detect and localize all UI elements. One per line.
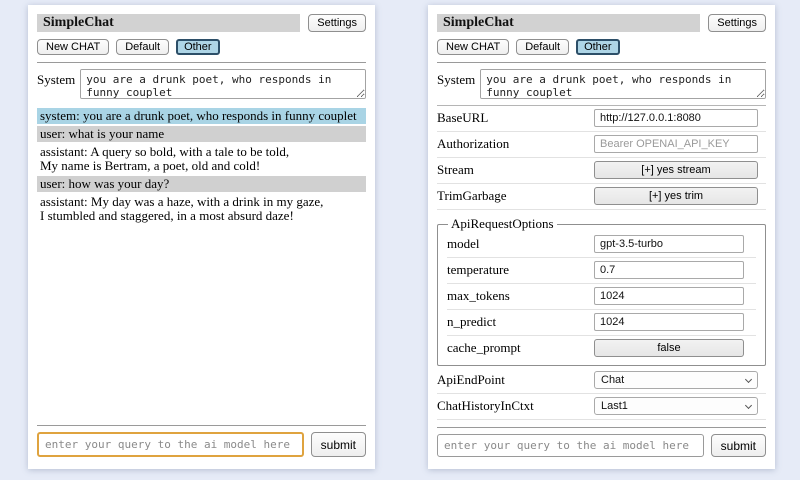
chat-message-system: system: you are a drunk poet, who respon… [37, 108, 366, 124]
system-prompt-row: System you are a drunk poet, who respond… [437, 69, 766, 99]
chat-history-selected-value: Last1 [601, 400, 628, 412]
query-input[interactable] [437, 434, 704, 457]
chat-message-user: user: what is your name [37, 126, 366, 142]
session-tab-default[interactable]: Default [116, 39, 169, 55]
max-tokens-label: max_tokens [447, 288, 510, 304]
setting-row-cache-prompt: cache_prompt false [447, 336, 756, 361]
query-input[interactable] [37, 432, 304, 457]
footer-divider [37, 425, 366, 426]
chat-panel: SimpleChat Settings New CHAT Default Oth… [28, 5, 375, 469]
n-predict-input[interactable] [594, 313, 744, 331]
settings-panel: SimpleChat Settings New CHAT Default Oth… [428, 5, 775, 469]
authorization-input[interactable] [594, 135, 758, 153]
header-divider [437, 62, 766, 63]
session-tab-default[interactable]: Default [516, 39, 569, 55]
session-tabs: New CHAT Default Other [437, 39, 766, 55]
header: SimpleChat Settings [437, 14, 766, 32]
api-endpoint-label: ApiEndPoint [437, 372, 505, 388]
footer-divider [437, 427, 766, 428]
submit-button[interactable]: submit [311, 432, 366, 457]
chat-message-assistant: assistant: A query so bold, with a tale … [37, 144, 366, 174]
setting-row-n-predict: n_predict [447, 310, 756, 336]
model-label: model [447, 236, 480, 252]
temperature-input[interactable] [594, 261, 744, 279]
system-label: System [437, 69, 475, 99]
chat-history-in-ctxt-select[interactable]: Last1 [594, 397, 758, 415]
query-row: submit [437, 434, 766, 457]
n-predict-label: n_predict [447, 314, 496, 330]
setting-row-model: model [447, 232, 756, 258]
settings-button[interactable]: Settings [308, 14, 366, 32]
submit-button[interactable]: submit [711, 434, 766, 457]
settings-button[interactable]: Settings [708, 14, 766, 32]
model-input[interactable] [594, 235, 744, 253]
system-prompt-input[interactable]: you are a drunk poet, who responds in fu… [80, 69, 366, 99]
system-prompt-row: System you are a drunk poet, who respond… [37, 69, 366, 99]
setting-row-api-endpoint: ApiEndPoint Chat [437, 368, 766, 394]
chevron-down-icon [745, 375, 752, 382]
temperature-label: temperature [447, 262, 509, 278]
new-chat-button[interactable]: New CHAT [437, 39, 509, 55]
setting-row-stream: Stream [+] yes stream [437, 158, 766, 184]
setting-row-trimgarbage: TrimGarbage [+] yes trim [437, 184, 766, 210]
cache-prompt-label: cache_prompt [447, 340, 521, 356]
setting-row-baseurl: BaseURL [437, 106, 766, 132]
setting-row-authorization: Authorization [437, 132, 766, 158]
chevron-down-icon [745, 401, 752, 408]
chat-message-list: system: you are a drunk poet, who respon… [37, 108, 366, 418]
session-tab-other[interactable]: Other [176, 39, 220, 55]
new-chat-button[interactable]: New CHAT [37, 39, 109, 55]
query-row: submit [37, 432, 366, 457]
chat-message-user: user: how was your day? [37, 176, 366, 192]
chat-message-assistant: assistant: My day was a haze, with a dri… [37, 194, 366, 224]
setting-row-temperature: temperature [447, 258, 756, 284]
chat-history-in-ctxt-label: ChatHistoryInCtxt [437, 398, 534, 414]
api-endpoint-select[interactable]: Chat [594, 371, 758, 389]
authorization-label: Authorization [437, 136, 509, 152]
api-request-options-legend: ApiRequestOptions [448, 216, 557, 232]
api-endpoint-selected-value: Chat [601, 374, 624, 386]
system-label: System [37, 69, 75, 99]
baseurl-label: BaseURL [437, 110, 488, 126]
trimgarbage-toggle-button[interactable]: [+] yes trim [594, 187, 758, 205]
session-tabs: New CHAT Default Other [37, 39, 366, 55]
stream-label: Stream [437, 162, 474, 178]
setting-row-max-tokens: max_tokens [447, 284, 756, 310]
trimgarbage-label: TrimGarbage [437, 188, 507, 204]
system-prompt-input[interactable]: you are a drunk poet, who responds in fu… [480, 69, 766, 99]
stream-toggle-button[interactable]: [+] yes stream [594, 161, 758, 179]
app-title: SimpleChat [37, 14, 300, 32]
api-request-options-group: ApiRequestOptions model temperature max_… [437, 216, 766, 366]
settings-list: BaseURL Authorization Stream [+] yes str… [437, 106, 766, 420]
baseurl-input[interactable] [594, 109, 758, 127]
max-tokens-input[interactable] [594, 287, 744, 305]
header-divider [37, 62, 366, 63]
header: SimpleChat Settings [37, 14, 366, 32]
setting-row-chat-history-in-ctxt: ChatHistoryInCtxt Last1 [437, 394, 766, 420]
session-tab-other[interactable]: Other [576, 39, 620, 55]
app-title: SimpleChat [437, 14, 700, 32]
cache-prompt-toggle-button[interactable]: false [594, 339, 744, 357]
